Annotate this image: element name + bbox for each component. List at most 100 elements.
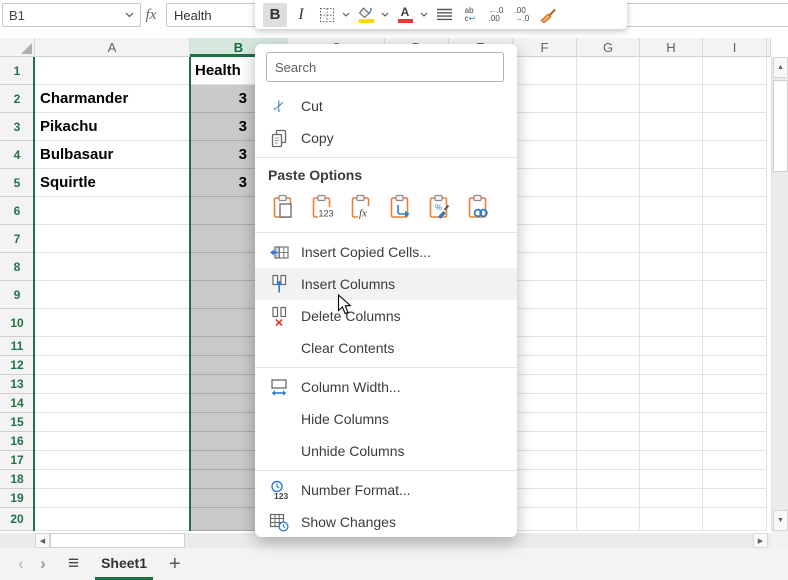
cell-G8[interactable] bbox=[577, 253, 640, 281]
paste-transpose-button[interactable] bbox=[385, 194, 415, 224]
cell-A11[interactable] bbox=[35, 337, 190, 356]
cell-I2[interactable] bbox=[703, 85, 767, 113]
cell-F6[interactable] bbox=[513, 197, 577, 225]
cell-F20[interactable] bbox=[513, 508, 577, 531]
italic-button[interactable]: I bbox=[289, 3, 313, 27]
row-header-6[interactable]: 6 bbox=[0, 197, 35, 225]
cell-A5[interactable]: Squirtle bbox=[35, 169, 190, 197]
cell-G4[interactable] bbox=[577, 141, 640, 169]
cell-G19[interactable] bbox=[577, 489, 640, 508]
horizontal-scroll-thumb[interactable] bbox=[50, 533, 185, 548]
cell-H11[interactable] bbox=[640, 337, 703, 356]
cell-F2[interactable] bbox=[513, 85, 577, 113]
cell-H19[interactable] bbox=[640, 489, 703, 508]
cell-G9[interactable] bbox=[577, 281, 640, 309]
cell-A10[interactable] bbox=[35, 309, 190, 337]
add-sheet-button[interactable]: + bbox=[169, 553, 181, 576]
row-header-20[interactable]: 20 bbox=[0, 508, 35, 531]
vertical-scroll-thumb[interactable] bbox=[773, 80, 788, 172]
paste-formulas-button[interactable]: fx bbox=[346, 194, 376, 224]
scroll-down-button[interactable]: ▼ bbox=[773, 510, 788, 531]
cell-I12[interactable] bbox=[703, 356, 767, 375]
cell-F12[interactable] bbox=[513, 356, 577, 375]
sheet-list-menu-icon[interactable]: ≡ bbox=[68, 553, 79, 575]
menu-item-clear-contents[interactable]: Clear Contents bbox=[255, 332, 517, 364]
cell-H13[interactable] bbox=[640, 375, 703, 394]
scroll-left-button[interactable]: ◀ bbox=[35, 533, 50, 548]
menu-item-copy[interactable]: Copy bbox=[255, 122, 517, 154]
cell-A13[interactable] bbox=[35, 375, 190, 394]
chevron-down-icon[interactable] bbox=[420, 12, 428, 17]
cell-I15[interactable] bbox=[703, 413, 767, 432]
cell-G14[interactable] bbox=[577, 394, 640, 413]
row-header-8[interactable]: 8 bbox=[0, 253, 35, 281]
cell-G2[interactable] bbox=[577, 85, 640, 113]
cell-H10[interactable] bbox=[640, 309, 703, 337]
cell-H15[interactable] bbox=[640, 413, 703, 432]
cell-I11[interactable] bbox=[703, 337, 767, 356]
cell-I17[interactable] bbox=[703, 451, 767, 470]
format-painter-button[interactable] bbox=[536, 3, 560, 27]
cell-H3[interactable] bbox=[640, 113, 703, 141]
row-header-9[interactable]: 9 bbox=[0, 281, 35, 309]
vertical-scrollbar[interactable]: ▲ ▼ bbox=[771, 57, 788, 531]
cell-H12[interactable] bbox=[640, 356, 703, 375]
cell-F3[interactable] bbox=[513, 113, 577, 141]
cell-A19[interactable] bbox=[35, 489, 190, 508]
cell-A2[interactable]: Charmander bbox=[35, 85, 190, 113]
cell-I18[interactable] bbox=[703, 470, 767, 489]
cell-G10[interactable] bbox=[577, 309, 640, 337]
cell-A8[interactable] bbox=[35, 253, 190, 281]
cell-I3[interactable] bbox=[703, 113, 767, 141]
cell-H5[interactable] bbox=[640, 169, 703, 197]
cell-F15[interactable] bbox=[513, 413, 577, 432]
sheet-nav-next-icon[interactable]: › bbox=[32, 554, 54, 574]
cell-F1[interactable] bbox=[513, 57, 577, 85]
cell-F19[interactable] bbox=[513, 489, 577, 508]
paste-button[interactable] bbox=[268, 194, 298, 224]
cell-H14[interactable] bbox=[640, 394, 703, 413]
row-header-7[interactable]: 7 bbox=[0, 225, 35, 253]
chevron-down-icon[interactable] bbox=[381, 12, 389, 17]
cell-A7[interactable] bbox=[35, 225, 190, 253]
cell-F17[interactable] bbox=[513, 451, 577, 470]
cell-G6[interactable] bbox=[577, 197, 640, 225]
paste-formatting-button[interactable]: % bbox=[424, 194, 454, 224]
cell-G11[interactable] bbox=[577, 337, 640, 356]
paste-link-button[interactable] bbox=[463, 194, 493, 224]
cell-A3[interactable]: Pikachu bbox=[35, 113, 190, 141]
cell-F7[interactable] bbox=[513, 225, 577, 253]
select-all-corner[interactable] bbox=[0, 38, 35, 57]
row-header-16[interactable]: 16 bbox=[0, 432, 35, 451]
menu-item-unhide-columns[interactable]: Unhide Columns bbox=[255, 435, 517, 467]
cell-G3[interactable] bbox=[577, 113, 640, 141]
wrap-text-button[interactable]: abc↩ bbox=[458, 3, 482, 27]
cell-A17[interactable] bbox=[35, 451, 190, 470]
cell-F8[interactable] bbox=[513, 253, 577, 281]
fx-button[interactable]: fx bbox=[138, 3, 164, 27]
cell-F9[interactable] bbox=[513, 281, 577, 309]
cell-H9[interactable] bbox=[640, 281, 703, 309]
cell-G1[interactable] bbox=[577, 57, 640, 85]
row-header-3[interactable]: 3 bbox=[0, 113, 35, 141]
cell-I6[interactable] bbox=[703, 197, 767, 225]
cell-I7[interactable] bbox=[703, 225, 767, 253]
row-header-12[interactable]: 12 bbox=[0, 356, 35, 375]
search-input[interactable] bbox=[266, 52, 504, 82]
scroll-right-button[interactable]: ▶ bbox=[753, 533, 768, 548]
cell-H2[interactable] bbox=[640, 85, 703, 113]
cell-F4[interactable] bbox=[513, 141, 577, 169]
paste-values-button[interactable]: 123 bbox=[307, 194, 337, 224]
cell-I1[interactable] bbox=[703, 57, 767, 85]
menu-item-number-format[interactable]: 123Number Format... bbox=[255, 474, 517, 506]
cell-I4[interactable] bbox=[703, 141, 767, 169]
cell-G17[interactable] bbox=[577, 451, 640, 470]
cell-G7[interactable] bbox=[577, 225, 640, 253]
fill-color-button[interactable] bbox=[354, 3, 378, 27]
cell-A1[interactable] bbox=[35, 57, 190, 85]
cell-G5[interactable] bbox=[577, 169, 640, 197]
row-header-14[interactable]: 14 bbox=[0, 394, 35, 413]
cell-H4[interactable] bbox=[640, 141, 703, 169]
cell-F13[interactable] bbox=[513, 375, 577, 394]
cell-F10[interactable] bbox=[513, 309, 577, 337]
